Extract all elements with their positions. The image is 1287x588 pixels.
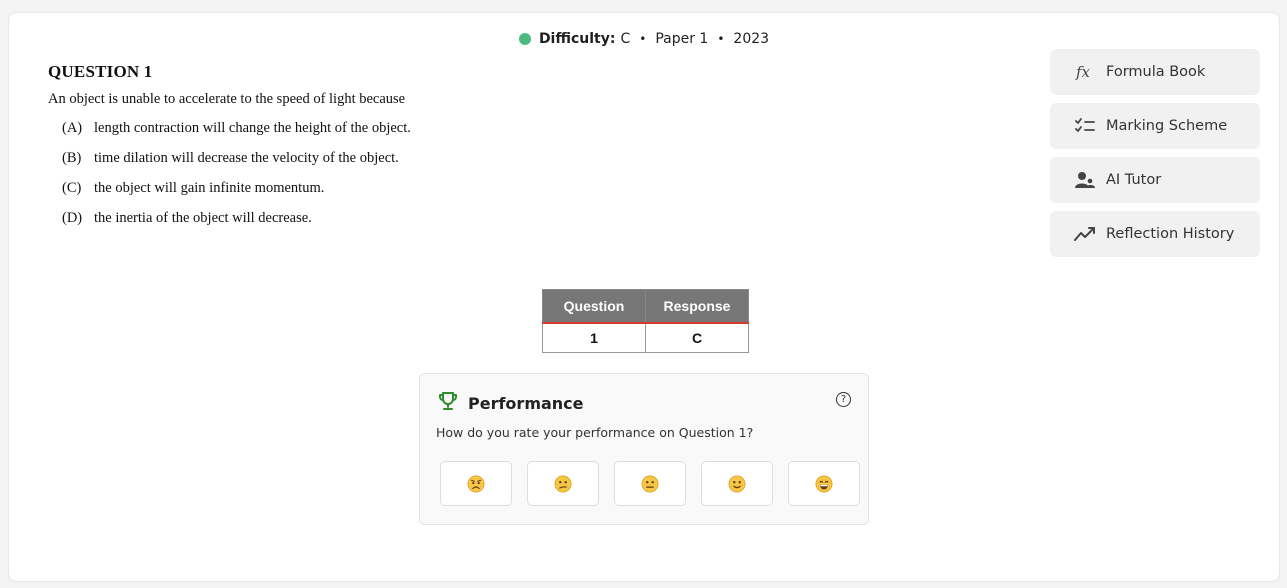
rating-button-4[interactable] (701, 461, 773, 506)
slight-smile-face-icon (728, 475, 746, 492)
table-row: 1 C (542, 322, 749, 353)
formula-book-label: Formula Book (1106, 64, 1206, 80)
question-meta: Difficulty: C • Paper 1 • 2023 (9, 31, 1279, 47)
user-group-icon (1074, 170, 1096, 190)
neutral-face-icon (641, 475, 659, 492)
option-letter: (D) (62, 210, 83, 226)
performance-prompt: How do you rate your performance on Ques… (436, 425, 754, 440)
question-title: QUESTION 1 (48, 62, 153, 81)
performance-title: Performance (468, 394, 584, 413)
ai-tutor-button[interactable]: AI Tutor (1050, 157, 1260, 203)
meta-separator: • (717, 32, 725, 46)
question-stem: An object is unable to accelerate to the… (48, 91, 406, 107)
performance-header: Performance (438, 392, 584, 415)
option-text: the object will gain infinite momentum. (94, 180, 325, 196)
column-header-response: Response (645, 289, 749, 324)
question-number-cell: 1 (542, 322, 646, 353)
answer-option-a: (A) length contraction will change the h… (62, 120, 411, 150)
question-card: Difficulty: C • Paper 1 • 2023 QUESTION … (8, 12, 1280, 582)
option-letter: (C) (62, 180, 82, 196)
column-header-question: Question (542, 289, 646, 324)
meta-separator: • (639, 32, 647, 46)
checklist-icon (1074, 116, 1096, 136)
option-text: the inertia of the object will decrease. (94, 210, 312, 226)
trophy-icon (438, 392, 458, 415)
marking-scheme-button[interactable]: Marking Scheme (1050, 103, 1260, 149)
question-content: QUESTION 1 An object is unable to accele… (48, 62, 411, 240)
rating-button-3[interactable] (614, 461, 686, 506)
rating-button-2[interactable] (527, 461, 599, 506)
ai-tutor-label: AI Tutor (1106, 172, 1162, 188)
difficulty-label: Difficulty: (538, 31, 616, 47)
marking-scheme-label: Marking Scheme (1106, 118, 1228, 134)
help-icon[interactable]: ? (836, 392, 851, 407)
svg-text:fx: fx (1075, 63, 1091, 81)
paper-label: Paper 1 (655, 31, 709, 47)
response-table: Question Response 1 C (542, 289, 749, 353)
answer-option-b: (B) time dilation will decrease the velo… (62, 150, 411, 180)
worried-face-icon (467, 475, 485, 492)
reflection-history-label: Reflection History (1106, 226, 1235, 242)
performance-panel: Performance ? How do you rate your perfo… (419, 373, 869, 525)
reflection-history-button[interactable]: Reflection History (1050, 211, 1260, 257)
grin-face-icon (815, 475, 833, 492)
option-text: length contraction will change the heigh… (94, 120, 411, 136)
confused-face-icon (554, 475, 572, 492)
rating-button-1[interactable] (440, 461, 512, 506)
function-icon: fx (1074, 62, 1096, 82)
formula-book-button[interactable]: fx Formula Book (1050, 49, 1260, 95)
rating-options (440, 461, 860, 506)
option-text: time dilation will decrease the velocity… (94, 150, 399, 166)
year-label: 2023 (733, 31, 770, 47)
answer-option-d: (D) the inertia of the object will decre… (62, 210, 411, 240)
trend-line-icon (1074, 224, 1096, 244)
answer-options: (A) length contraction will change the h… (62, 120, 411, 240)
difficulty-value: C (620, 31, 631, 47)
answer-option-c: (C) the object will gain infinite moment… (62, 180, 411, 210)
tools-sidebar: fx Formula Book Marking Scheme AI Tutor … (1050, 49, 1260, 265)
difficulty-status-dot (518, 33, 531, 45)
option-letter: (B) (62, 150, 82, 166)
rating-button-5[interactable] (788, 461, 860, 506)
option-letter: (A) (62, 120, 83, 136)
response-cell: C (645, 322, 749, 353)
